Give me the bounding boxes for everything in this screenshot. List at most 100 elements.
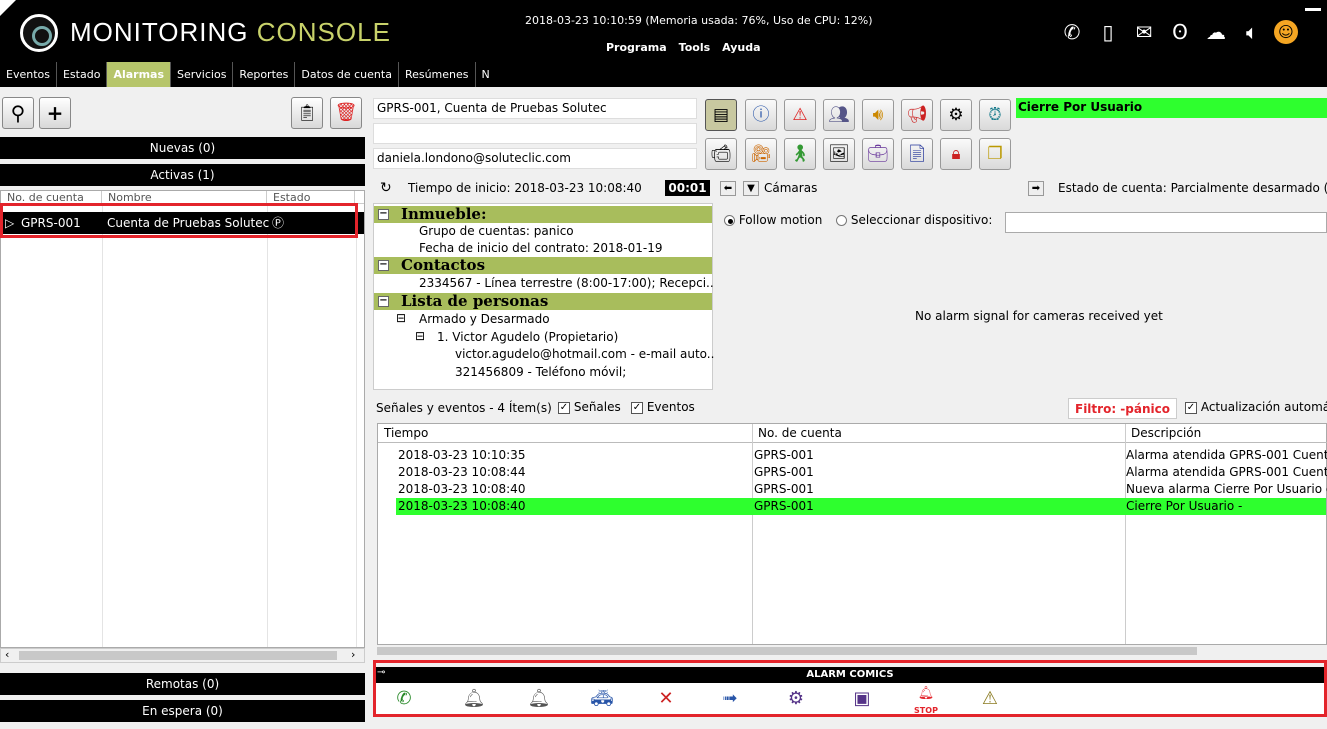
document-button[interactable]: 📄︎ <box>901 138 933 170</box>
users-button[interactable]: 👥︎ <box>823 99 855 131</box>
corner-marker <box>0 0 16 16</box>
col-tiempo[interactable]: Tiempo <box>384 424 428 443</box>
users-icon: 👥︎ <box>828 105 850 125</box>
account-state: Estado de cuenta: Parcialmente desarmado… <box>1058 181 1327 195</box>
grid-line <box>102 204 103 647</box>
email-icon[interactable]: ✉ <box>1130 18 1158 46</box>
tab-eventos[interactable]: Eventos <box>0 62 57 87</box>
tree-header-personas[interactable]: − Lista de personas <box>374 293 712 310</box>
owl-icon[interactable]: ʘ <box>1166 18 1194 46</box>
auto-update-checkbox[interactable]: ✓ Actualización automát <box>1185 400 1327 414</box>
menu-tools[interactable]: Tools <box>679 41 710 54</box>
radio-icon[interactable] <box>724 215 735 226</box>
right-arrow-icon[interactable]: ➡ <box>1028 181 1044 196</box>
menu-ayuda[interactable]: Ayuda <box>722 41 760 54</box>
col-cuenta[interactable]: No. de cuenta <box>758 424 842 443</box>
person-video-button[interactable]: 🎥︎ <box>745 138 777 170</box>
tab-reportes[interactable]: Reportes <box>233 62 296 87</box>
scrollbar-thumb[interactable] <box>19 651 337 660</box>
tab-estado[interactable]: Estado <box>56 62 108 87</box>
eventos-checkbox[interactable]: ✓ Eventos <box>631 400 695 414</box>
tree-item: Armado y Desarmado <box>419 312 550 326</box>
menu-programa[interactable]: Programa <box>606 41 667 54</box>
info-button[interactable]: ⓘ <box>745 99 777 131</box>
alarm-clock-button[interactable]: ⏰︎ <box>979 99 1011 131</box>
search-button[interactable]: ⚲ <box>2 97 34 129</box>
collapse-icon[interactable]: ⊟ <box>415 329 425 343</box>
dropdown-icon[interactable]: ▼ <box>743 181 759 196</box>
clipboard-car-button[interactable]: 📋︎ <box>291 97 323 129</box>
account-field[interactable]: GPRS-001, Cuenta de Pruebas Solutec <box>373 98 697 119</box>
tree-header-contactos[interactable]: − Contactos <box>374 257 712 274</box>
col-name[interactable]: Nombre <box>102 191 267 203</box>
left-arrow-icon[interactable]: ⬅ <box>720 181 736 196</box>
email-field[interactable]: daniela.londono@soluteclic.com <box>373 148 697 169</box>
tab-servicios[interactable]: Servicios <box>171 62 234 87</box>
table-row[interactable]: 2018-03-23 10:08:40 GPRS-001 Nueva alarma … <box>378 481 1327 498</box>
scroll-left-icon[interactable]: ‹ <box>5 648 9 661</box>
section-remotas[interactable]: Remotas (0) <box>0 673 365 695</box>
section-espera[interactable]: En espera (0) <box>0 700 365 722</box>
briefcase-icon: 💼︎ <box>867 144 889 164</box>
horizontal-scrollbar[interactable]: ‹ › <box>0 648 365 663</box>
collapse-icon[interactable]: ⊟ <box>396 311 406 325</box>
image-icon: 🖼︎ <box>828 144 850 164</box>
events-summary: Señales y eventos - 4 Ítem(s) <box>376 401 552 415</box>
col-state[interactable]: Estado <box>267 191 355 203</box>
section-activas[interactable]: Activas (1) <box>0 164 365 186</box>
select-device-option[interactable]: Seleccionar dispositivo: <box>836 213 992 227</box>
highlight-box <box>373 660 1327 717</box>
exit-button[interactable]: 🚶︎ <box>784 138 816 170</box>
events-table: Tiempo No. de cuenta Descripción 2018-03… <box>377 423 1327 645</box>
table-row-highlight[interactable]: 2018-03-23 10:08:40 GPRS-001 Cierre Por Us… <box>396 498 1326 515</box>
sound-button[interactable]: 🔊︎ <box>862 99 894 131</box>
chat-icon[interactable]: ☁ <box>1202 18 1230 46</box>
refresh-icon[interactable]: ↻ <box>380 180 392 196</box>
speaker-icon[interactable]: 🔈︎ <box>1238 18 1266 46</box>
settings-button[interactable]: ⚙ <box>940 99 972 131</box>
section-nuevas[interactable]: Nuevas (0) <box>0 137 365 159</box>
delete-button[interactable]: 🗑︎ <box>330 97 362 129</box>
collapse-icon[interactable]: − <box>378 260 389 271</box>
tab-resumenes[interactable]: Resúmenes <box>398 62 476 87</box>
add-button[interactable]: + <box>39 97 71 129</box>
table-row[interactable]: 2018-03-23 10:10:35 GPRS-001 Alarma atendi… <box>378 447 1327 464</box>
checkbox-icon[interactable]: ✓ <box>1185 401 1197 414</box>
copy-button[interactable]: ❐ <box>979 138 1011 170</box>
image-button[interactable]: 🖼︎ <box>823 138 855 170</box>
briefcase-button[interactable]: 💼︎ <box>862 138 894 170</box>
minimize-icon[interactable] <box>1305 8 1321 11</box>
checkbox-icon[interactable]: ✓ <box>558 401 570 414</box>
phone-icon[interactable]: ✆ <box>1058 18 1086 46</box>
video-button[interactable]: 📹︎ <box>705 138 737 170</box>
collapse-icon[interactable]: − <box>378 209 389 220</box>
col-account[interactable]: No. de cuenta <box>1 191 102 203</box>
device-select[interactable] <box>1005 212 1327 233</box>
tab-datos-cuenta[interactable]: Datos de cuenta <box>295 62 399 87</box>
table-row[interactable]: 2018-03-23 10:08:44 GPRS-001 Alarma atendi… <box>378 464 1327 481</box>
senales-checkbox[interactable]: ✓ Señales <box>558 400 621 414</box>
siren-button[interactable]: 📢︎ <box>901 99 933 131</box>
sms-icon[interactable]: ▯ <box>1094 18 1122 46</box>
grid-line <box>267 204 268 647</box>
radio-icon[interactable] <box>836 215 847 226</box>
scrollbar-thumb[interactable] <box>377 647 1197 655</box>
siren-icon: 📢︎ <box>906 105 928 125</box>
collapse-icon[interactable]: − <box>378 296 389 307</box>
follow-motion-option[interactable]: Follow motion <box>724 213 822 227</box>
lock-button[interactable]: 🔒︎ <box>940 138 972 170</box>
tree-header-inmueble[interactable]: − Inmueble: <box>374 206 712 223</box>
col-descripcion[interactable]: Descripción <box>1131 424 1201 443</box>
address-field[interactable] <box>373 123 697 144</box>
filter-label[interactable]: Filtro: -pánico <box>1068 398 1177 419</box>
checkbox-icon[interactable]: ✓ <box>631 401 643 414</box>
smiley-icon[interactable]: ☺ <box>1274 18 1302 46</box>
scroll-right-icon[interactable]: › <box>351 648 355 661</box>
table-header: Tiempo No. de cuenta Descripción <box>378 424 1327 443</box>
clipboard-car-icon: 📋︎ <box>296 103 318 122</box>
events-scrollbar[interactable] <box>377 645 1327 657</box>
alert-button[interactable]: ⚠ <box>784 99 816 131</box>
notes-button[interactable]: ▤ <box>705 99 737 131</box>
exit-person-icon: 🚶︎ <box>789 144 811 164</box>
tab-alarmas[interactable]: Alarmas <box>107 62 172 87</box>
